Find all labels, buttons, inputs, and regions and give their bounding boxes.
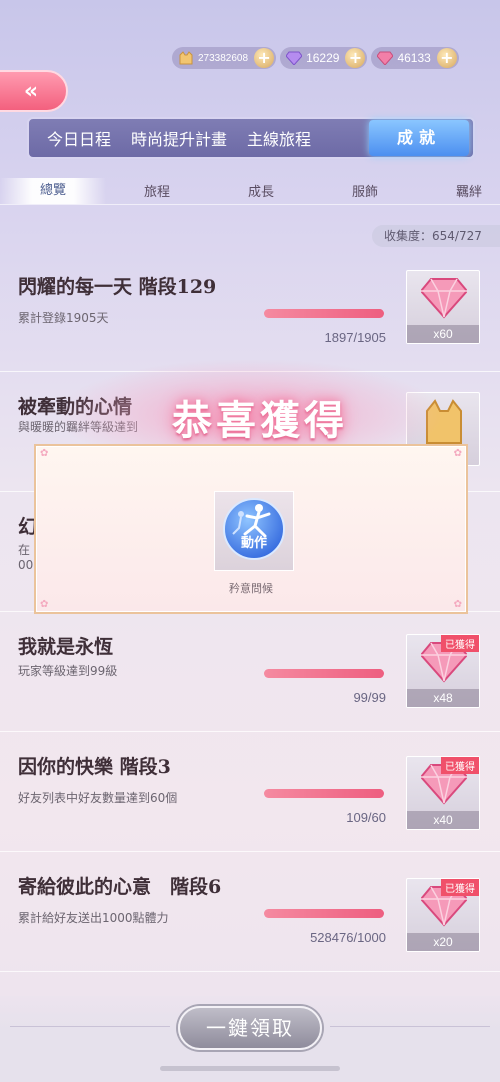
achievement-title: 因你的快樂 階段3 xyxy=(18,756,171,778)
popup-title: 恭喜獲得 xyxy=(172,397,348,444)
home-indicator[interactable] xyxy=(160,1066,340,1071)
achievement-desc: 玩家等級達到99級 xyxy=(18,664,118,678)
corner-flower-icon: ✿ xyxy=(40,448,49,459)
pink-diamond-icon xyxy=(377,51,394,65)
reward-quantity: x40 xyxy=(407,811,479,829)
decor-line-left xyxy=(10,1026,170,1027)
collection-progress: 收集度：654/727 xyxy=(372,225,500,247)
achievement-row: 寄給彼此的心意 階段6 累計給好友送出1000點體力 528476/1000 已… xyxy=(0,852,500,972)
coin-currency: 273382608 + xyxy=(172,47,277,69)
progress-text: 99/99 xyxy=(353,690,386,705)
subtab-overview[interactable]: 總覽 xyxy=(0,177,106,204)
achievement-title: 我就是永恆 xyxy=(18,636,114,658)
obtained-badge: 已獲得 xyxy=(441,635,479,652)
purple-diamond-icon xyxy=(286,51,303,65)
progress-text: 528476/1000 xyxy=(310,930,386,945)
progress-text: 1897/1905 xyxy=(324,330,386,345)
pink-diamond-icon xyxy=(421,278,467,319)
purple-diamond-currency: 16229 + xyxy=(280,47,368,69)
corner-flower-icon: ✿ xyxy=(453,448,462,459)
achievement-title: 寄給彼此的心意 階段6 xyxy=(18,876,222,898)
pink-diamond-value: 46133 xyxy=(397,51,431,65)
reward-quantity: x20 xyxy=(407,933,479,951)
subtab-bonds[interactable]: 羈絆 xyxy=(456,181,482,200)
achievement-row: 因你的快樂 階段3 好友列表中好友數量達到60個 109/60 已獲得 x40 xyxy=(0,732,500,852)
reward-slot[interactable]: x60 xyxy=(406,270,480,344)
add-purple-diamonds-button[interactable]: + xyxy=(345,48,366,68)
back-button[interactable]: « xyxy=(0,70,68,112)
pink-diamond-currency: 46133 + xyxy=(371,47,459,69)
corner-flower-icon: ✿ xyxy=(40,599,49,610)
subtab-clothing[interactable]: 服飾 xyxy=(352,181,378,200)
main-tabs: 今日日程 時尚提升計畫 主線旅程 成就 xyxy=(27,117,475,159)
tab-today-schedule[interactable]: 今日日程 xyxy=(37,126,121,150)
claim-all-button[interactable]: 一鍵領取 xyxy=(178,1006,322,1050)
reward-quantity: x48 xyxy=(407,689,479,707)
achievement-desc: 好友列表中好友數量達到60個 xyxy=(18,791,178,805)
progress-bar xyxy=(264,789,384,798)
sub-tabs: 總覽 旅程 成長 服飾 羈絆 xyxy=(0,177,500,205)
progress-bar xyxy=(264,909,384,918)
obtained-badge: 已獲得 xyxy=(441,879,479,896)
tab-achievements[interactable]: 成就 xyxy=(369,120,469,156)
progress-text: 00 xyxy=(18,558,34,572)
progress-bar xyxy=(264,309,384,318)
achievement-desc: 在 xyxy=(18,543,31,557)
double-chevron-left-icon: « xyxy=(23,78,39,104)
corner-flower-icon: ✿ xyxy=(453,599,462,610)
reward-slot[interactable]: 已獲得 x40 xyxy=(406,756,480,830)
reward-popup[interactable]: ✿ ✿ ✿ ✿ 動作 矜意問候 xyxy=(34,444,468,614)
motion-action-icon: 動作 xyxy=(223,498,285,560)
achievement-row: 我就是永恆 玩家等級達到99級 99/99 已獲得 x48 xyxy=(0,612,500,732)
achievement-desc: 累計給好友送出1000點體力 xyxy=(18,911,169,925)
achievement-desc: 累計登錄1905天 xyxy=(18,311,109,325)
reward-quantity: x60 xyxy=(407,325,479,343)
obtained-badge: 已獲得 xyxy=(441,757,479,774)
subtab-growth[interactable]: 成長 xyxy=(248,181,274,200)
decor-line-right xyxy=(330,1026,490,1027)
tab-fashion-plan[interactable]: 時尚提升計畫 xyxy=(121,126,237,150)
currency-bar: 273382608 + 16229 + 46133 + xyxy=(172,46,498,70)
add-pink-diamonds-button[interactable]: + xyxy=(436,48,457,68)
tab-main-journey[interactable]: 主線旅程 xyxy=(237,126,321,150)
achievement-row: 閃耀的每一天 階段129 累計登錄1905天 1897/1905 x60 xyxy=(0,252,500,372)
reward-item-name: 矜意問候 xyxy=(229,582,273,595)
add-coins-button[interactable]: + xyxy=(254,48,275,68)
item-type-label: 動作 xyxy=(241,535,267,551)
achievement-title: 閃耀的每一天 階段129 xyxy=(18,276,217,298)
purple-diamond-value: 16229 xyxy=(306,51,340,65)
progress-text: 109/60 xyxy=(346,810,386,825)
reward-slot[interactable]: 已獲得 x48 xyxy=(406,634,480,708)
subtab-journey[interactable]: 旅程 xyxy=(144,181,170,200)
reward-item-card[interactable]: 動作 xyxy=(214,491,294,571)
coin-value: 273382608 xyxy=(198,52,249,64)
progress-bar xyxy=(264,669,384,678)
cat-coin-icon xyxy=(179,51,193,65)
reward-slot[interactable]: 已獲得 x20 xyxy=(406,878,480,952)
